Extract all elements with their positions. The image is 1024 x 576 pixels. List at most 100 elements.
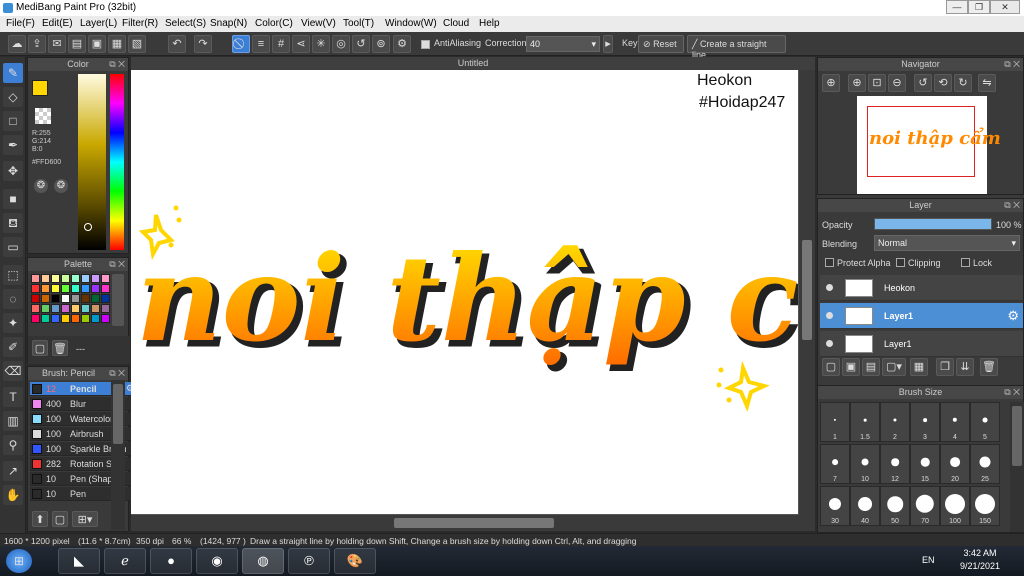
brush-size-option[interactable]: 25 (970, 444, 1000, 484)
primary-color-swatch[interactable] (32, 80, 48, 96)
panel-controls-icon[interactable]: ⧉ ✕ (109, 58, 125, 71)
panel-controls-icon[interactable]: ⧉ ✕ (109, 258, 125, 271)
color-picker-icon[interactable]: ❂ (54, 179, 68, 193)
navigator-preview[interactable]: noi thập cẩm (857, 96, 1001, 194)
grid-icon[interactable]: ▦ (108, 35, 126, 53)
opacity-slider[interactable] (874, 218, 992, 230)
palette-swatch[interactable] (31, 304, 40, 313)
pen-tool-icon[interactable]: ✒ (3, 135, 23, 155)
palette-swatch[interactable] (91, 284, 100, 293)
internet-explorer-icon[interactable]: ℯ (104, 548, 146, 574)
new-halftone-layer-icon[interactable]: ▣ (842, 358, 860, 376)
blending-select[interactable]: Normal ▾ (874, 235, 1020, 251)
snap-parallel-icon[interactable]: ≡ (252, 35, 270, 53)
menu-layer[interactable]: Layer(L) (80, 18, 117, 29)
palette-swatch[interactable] (61, 294, 70, 303)
brush-size-option[interactable]: 4 (940, 402, 970, 442)
palette-swatch[interactable] (41, 274, 50, 283)
color-wheel-icon[interactable]: ❂ (34, 179, 48, 193)
brush-size-option[interactable]: 5 (970, 402, 1000, 442)
palette-swatch[interactable] (51, 294, 60, 303)
snap-curve-icon[interactable]: ↺ (352, 35, 370, 53)
correction-stepper[interactable]: ▸ (603, 35, 613, 53)
palette-swatch[interactable] (101, 314, 110, 323)
undo-icon[interactable]: ↶ (168, 35, 186, 53)
palette-swatch[interactable] (91, 274, 100, 283)
menu-view[interactable]: View(V) (301, 18, 336, 29)
palette-swatch[interactable] (71, 304, 80, 313)
visual-studio-icon[interactable]: ◣ (58, 548, 100, 574)
clock[interactable]: 3:42 AM 9/21/2021 (944, 547, 1016, 573)
brush-size-option[interactable]: 150 (970, 486, 1000, 526)
menu-cloud[interactable]: Cloud (443, 18, 469, 29)
visibility-icon[interactable] (826, 340, 833, 347)
export-icon[interactable]: ▧ (128, 35, 146, 53)
snap-perspective-icon[interactable]: ⋖ (292, 35, 310, 53)
antialiasing-checkbox[interactable] (421, 40, 430, 49)
new-palette-icon[interactable]: ▢ (32, 340, 48, 356)
palette-swatch[interactable] (31, 284, 40, 293)
new-layer-icon[interactable]: ▢ (822, 358, 840, 376)
canvas-tab[interactable]: Untitled (131, 57, 815, 70)
operation-tool-icon[interactable]: ↗ (3, 461, 23, 481)
palette-swatch[interactable] (71, 294, 80, 303)
layer-row[interactable]: Layer1 ⚙ (820, 303, 1023, 329)
vertical-scrollbar[interactable] (802, 240, 812, 340)
add-brush-icon[interactable]: ⬆ (32, 511, 48, 527)
layer-folder-icon[interactable]: ▦ (910, 358, 928, 376)
rotate-right-icon[interactable]: ↻ (954, 74, 972, 92)
palette-swatch[interactable] (101, 284, 110, 293)
brush-size-option[interactable]: 50 (880, 486, 910, 526)
create-straight-line-button[interactable]: ╱ Create a straight line (687, 35, 786, 60)
start-button-icon[interactable]: ⊞ (6, 549, 32, 573)
pinterest-icon[interactable]: ℗ (288, 548, 330, 574)
palette-swatch[interactable] (31, 294, 40, 303)
fill-rect-icon[interactable]: ■ (3, 189, 23, 209)
snap-circle-icon[interactable]: ◎ (332, 35, 350, 53)
palette-swatch[interactable] (71, 314, 80, 323)
new-8bit-layer-icon[interactable]: ▤ (862, 358, 880, 376)
merge-layer-icon[interactable]: ⇊ (956, 358, 974, 376)
language-indicator[interactable]: EN (922, 555, 935, 565)
visibility-icon[interactable] (826, 312, 833, 319)
palette-swatch[interactable] (41, 314, 50, 323)
palette-swatch[interactable] (41, 294, 50, 303)
correction-select[interactable]: 40 ▾ (526, 36, 600, 52)
brush-size-option[interactable]: 7 (820, 444, 850, 484)
reset-button[interactable]: ⊘ Reset (638, 35, 684, 53)
palette-swatch[interactable] (91, 294, 100, 303)
visibility-icon[interactable] (826, 284, 833, 291)
close-button[interactable]: ✕ (990, 0, 1020, 14)
palette-swatch[interactable] (51, 304, 60, 313)
palette-swatch[interactable] (61, 274, 70, 283)
menu-window[interactable]: Window(W) (385, 18, 437, 29)
palette-swatch[interactable] (81, 294, 90, 303)
chrome-icon[interactable]: ◉ (196, 548, 238, 574)
comment-icon[interactable]: ✉ (48, 35, 66, 53)
palette-swatch[interactable] (31, 274, 40, 283)
zoom-fit-icon[interactable]: ⊕ (822, 74, 840, 92)
palette-swatch[interactable] (101, 294, 110, 303)
brush-menu-icon[interactable]: ⊞▾ (72, 511, 98, 527)
select-pen-icon[interactable]: ✐ (3, 337, 23, 357)
restore-button[interactable]: ❐ (968, 0, 990, 14)
delete-layer-icon[interactable]: 🗑 (980, 358, 998, 376)
horizontal-scrollbar[interactable] (394, 518, 554, 528)
duplicate-layer-icon[interactable]: ❐ (936, 358, 954, 376)
select-eraser-icon[interactable]: ⌫ (3, 361, 23, 381)
palette-swatch[interactable] (71, 274, 80, 283)
add-layer-menu-icon[interactable]: ▢▾ (882, 358, 906, 376)
menu-file[interactable]: File(F) (6, 18, 35, 29)
clipping-checkbox[interactable] (896, 258, 905, 267)
document-icon[interactable]: ▤ (68, 35, 86, 53)
menu-tool[interactable]: Tool(T) (343, 18, 374, 29)
hue-slider[interactable] (110, 74, 124, 250)
brush-size-option[interactable]: 2 (880, 402, 910, 442)
divide-tool-icon[interactable]: ▥ (3, 411, 23, 431)
menu-color[interactable]: Color(C) (255, 18, 293, 29)
brush-size-option[interactable]: 30 (820, 486, 850, 526)
palette-scrollbar[interactable] (112, 274, 124, 326)
layer-row[interactable]: Layer1 (820, 331, 1023, 357)
bucket-tool-icon[interactable]: ⛾ (3, 213, 23, 233)
panel-controls-icon[interactable]: ⧉ ✕ (1004, 386, 1020, 399)
